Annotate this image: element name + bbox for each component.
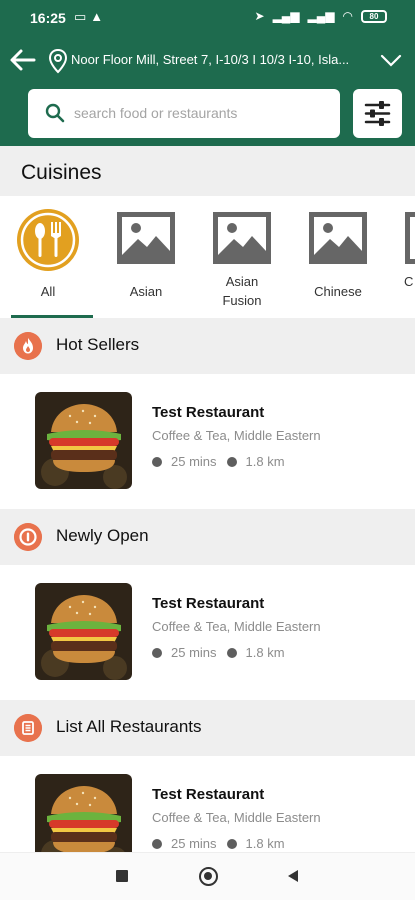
image-placeholder-icon xyxy=(309,212,367,264)
cuisines-title: Cuisines xyxy=(21,161,102,184)
cuisine-item-all[interactable]: All xyxy=(3,196,93,320)
cuisine-label: C xyxy=(404,274,414,289)
restaurant-name: Test Restaurant xyxy=(152,595,265,612)
delivery-time: 25 mins xyxy=(171,836,217,851)
location-bar[interactable]: Noor Floor Mill, Street 7, I-10/3 I 10/3… xyxy=(0,40,415,80)
restaurant-name: Test Restaurant xyxy=(152,786,265,803)
back-triangle-icon[interactable] xyxy=(286,869,300,883)
distance: 1.8 km xyxy=(245,645,285,660)
location-pin-icon xyxy=(48,48,68,74)
section-title: Newly Open xyxy=(56,526,149,545)
cuisine-item-partial[interactable]: C xyxy=(389,196,415,320)
status-system-icons: ➤ ▂▄▆ ▂▄▆ ◠ 80 xyxy=(255,9,387,23)
cuisine-label: Asian xyxy=(129,284,163,299)
screen-icon: ▭ xyxy=(74,9,91,24)
home-circle-icon[interactable] xyxy=(199,867,218,886)
restaurant-card[interactable]: Test Restaurant Coffee & Tea, Middle Eas… xyxy=(0,374,415,509)
back-arrow-icon[interactable] xyxy=(8,46,38,74)
image-placeholder-icon xyxy=(117,212,175,264)
app-header: 16:25 ▭▲ ➤ ▂▄▆ ▂▄▆ ◠ 80 Noor Floor Mill,… xyxy=(0,0,415,146)
restaurant-name: Test Restaurant xyxy=(152,404,265,421)
cuisine-item-asian-fusion[interactable]: Asian Fusion xyxy=(197,196,287,320)
filter-button[interactable] xyxy=(353,89,402,138)
section-header-hot-sellers: Hot Sellers xyxy=(0,318,415,374)
clock-dot-icon xyxy=(152,456,162,467)
restaurant-meta: 25 mins 1.8 km xyxy=(152,454,285,469)
sliders-icon xyxy=(364,101,391,126)
distance-dot-icon xyxy=(226,838,237,849)
section-title: List All Restaurants xyxy=(56,717,202,736)
cuisine-item-asian[interactable]: Asian xyxy=(101,196,191,320)
restaurant-meta: 25 mins 1.8 km xyxy=(152,836,285,851)
burger-image xyxy=(35,392,132,489)
restaurant-card[interactable]: Test Restaurant Coffee & Tea, Middle Eas… xyxy=(0,756,415,852)
burger-image xyxy=(35,774,132,852)
distance: 1.8 km xyxy=(245,836,285,851)
system-nav-bar xyxy=(0,852,415,900)
wifi-icon: ◠ xyxy=(342,9,353,23)
warning-icon: ▲ xyxy=(90,9,108,24)
delivery-time: 25 mins xyxy=(171,454,217,469)
chevron-down-icon[interactable] xyxy=(380,52,402,68)
signal-icon: ▂▄▆ xyxy=(272,9,300,23)
list-icon xyxy=(14,714,42,742)
search-icon xyxy=(45,103,65,123)
location-arrow-icon: ➤ xyxy=(254,9,265,23)
section-header-newly-open: Newly Open xyxy=(0,509,415,565)
cuisine-label: Asian Fusion xyxy=(222,274,262,308)
distance-dot-icon xyxy=(226,456,237,467)
cuisine-label: Chinese xyxy=(314,284,362,299)
recents-square-icon[interactable] xyxy=(116,870,128,882)
search-box[interactable] xyxy=(28,89,340,138)
status-time: 16:25 xyxy=(30,10,66,26)
open-badge-icon xyxy=(14,523,42,551)
clock-dot-icon xyxy=(152,647,162,658)
search-input[interactable] xyxy=(74,101,324,125)
cuisine-item-chinese[interactable]: Chinese xyxy=(293,196,383,320)
delivery-location[interactable]: Noor Floor Mill, Street 7, I-10/3 I 10/3… xyxy=(71,52,375,67)
fork-spoon-icon xyxy=(17,209,79,271)
status-notification-icons: ▭▲ xyxy=(74,9,107,25)
flame-icon xyxy=(14,332,42,360)
distance: 1.8 km xyxy=(245,454,285,469)
restaurant-categories: Coffee & Tea, Middle Eastern xyxy=(152,428,321,443)
distance-dot-icon xyxy=(226,647,237,658)
burger-image xyxy=(35,583,132,680)
cuisines-header: Cuisines xyxy=(0,146,415,196)
signal-icon: ▂▄▆ xyxy=(307,9,335,23)
battery-icon: 80 xyxy=(361,9,387,23)
section-header-all-restaurants: List All Restaurants xyxy=(0,700,415,756)
section-title: Hot Sellers xyxy=(56,335,140,354)
clock-dot-icon xyxy=(152,838,162,849)
cuisine-carousel[interactable]: All Asian Asian Fusion Chinese C xyxy=(0,196,415,320)
restaurant-meta: 25 mins 1.8 km xyxy=(152,645,285,660)
restaurant-card[interactable]: Test Restaurant Coffee & Tea, Middle Eas… xyxy=(0,565,415,700)
status-bar: 16:25 ▭▲ ➤ ▂▄▆ ▂▄▆ ◠ 80 xyxy=(0,0,415,36)
delivery-time: 25 mins xyxy=(171,645,217,660)
image-placeholder-icon xyxy=(213,212,271,264)
restaurant-categories: Coffee & Tea, Middle Eastern xyxy=(152,810,321,825)
restaurant-categories: Coffee & Tea, Middle Eastern xyxy=(152,619,321,634)
image-placeholder-icon xyxy=(405,212,415,264)
cuisine-label: All xyxy=(40,284,56,299)
